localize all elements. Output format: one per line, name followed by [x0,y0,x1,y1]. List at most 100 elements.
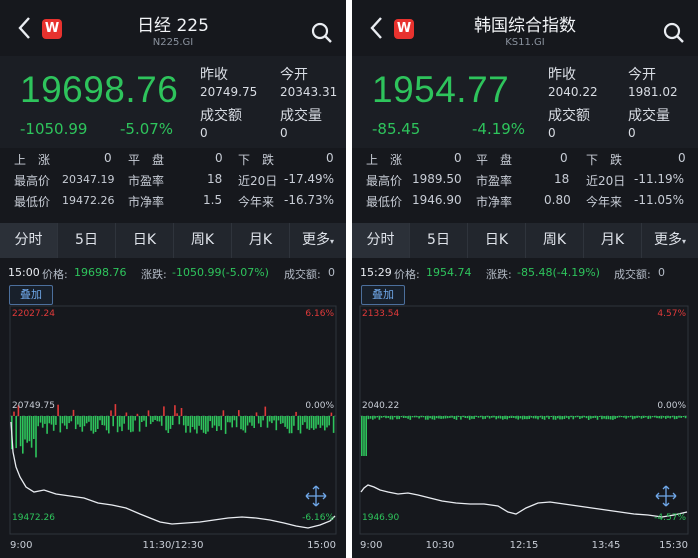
volume-bar-down [112,416,114,427]
volume-bar-down [315,416,317,429]
stat-low-label: 最低价 [14,195,51,209]
volume-bar-down [216,416,218,431]
volume-bar-down [301,416,304,425]
turnover-label: 成交额 [548,108,590,124]
volume-bar-down [524,416,526,420]
volume-bar-down [332,416,335,433]
stats-grid: 上 涨 0 平 盘 0 下 跌 0 最高价 20347.19 市盈率 18 近2… [0,148,346,218]
volume-bar-down [288,416,291,434]
volume-bar-down [409,416,412,420]
period-tabs: 分时 5日 日K 周K 月K 更多▾ [352,223,698,260]
volume-bar-down [550,416,552,417]
open-label: 今开 [628,67,656,83]
volume-bar-down [473,416,475,419]
volume-bar-down [486,416,489,418]
volume-bar-down [667,416,669,418]
volume-bar-down [625,416,627,419]
chart-frame [359,305,689,535]
volume-bar-down [328,416,330,426]
volume-bar-down [418,416,420,419]
volume-bar-down [491,416,493,418]
open-value: 1981.02 [628,85,678,99]
volume-bar-down [196,416,198,434]
index-code: KS11.GI [505,37,545,48]
tab-weekly-k[interactable]: 周K [526,223,584,258]
volume-bar-down [105,416,108,431]
volume-bar-down [317,416,319,425]
index-code: N225.GI [152,37,194,48]
volume-bar-down [654,416,656,418]
volume-bar-down [242,416,244,431]
y-axis-top-pct: 4.57% [657,309,686,319]
tab-more-label: 更多 [301,232,330,248]
turnover-label: 成交额 [200,108,242,124]
search-icon[interactable] [662,21,686,45]
volume-bar-down [378,416,381,420]
tab-more[interactable]: 更多▾ [290,223,346,258]
volume-bar-down [213,416,216,426]
volume-bar-down [684,416,687,419]
tab-intraday[interactable]: 分时 [352,223,410,258]
volume-bar-down [108,416,110,434]
volume-bar-down [15,416,17,449]
stock-panel-nikkei: W 日经 225 N225.GI 19698.76 -1050.99 -5.07… [0,0,346,558]
volume-bar-down [63,416,66,426]
fullscreen-expand-icon[interactable] [655,485,677,507]
volume-bar-down [407,416,409,419]
stat-low-value: 19472.26 [62,194,115,207]
tab-more[interactable]: 更多▾ [642,223,698,258]
stat-high-label: 最高价 [366,174,403,188]
volume-bar-down [282,416,284,424]
open-label: 今开 [280,67,308,83]
volume-bar-down [79,416,81,427]
volume-bar-down [246,416,249,426]
volume-bar-down [321,416,324,426]
volume-bar-down [85,416,88,424]
volume-bar-down [451,416,453,418]
stat-up-label: 上 涨 [14,153,51,167]
volume-bar-down [438,416,440,419]
search-icon[interactable] [310,21,334,45]
volume-bar-down [205,416,207,434]
volume-bar-down [502,416,504,420]
volume-bar-down [636,416,638,418]
price-line [360,484,688,518]
y-axis-mid-pct: 0.00% [305,401,334,411]
y-axis-top-label: 22027.24 [12,309,55,319]
tab-daily-k[interactable]: 日K [116,223,174,258]
intraday-chart[interactable]: 叠加 2133.54 4.57% 2040.22 0.00% 1946.90 -… [352,282,698,558]
info-turnover-value: 0 [328,266,335,279]
tab-5day[interactable]: 5日 [58,223,116,258]
tab-weekly-k[interactable]: 周K [174,223,232,258]
info-change-value: -1050.99(-5.07%) [172,266,269,279]
stat-flat-value: 0 [215,151,223,165]
back-arrow-icon[interactable] [14,14,36,42]
tab-5day[interactable]: 5日 [410,223,468,258]
volume-bar-up [72,409,75,416]
stat-pb-value: 0.80 [544,193,571,207]
tab-intraday[interactable]: 分时 [0,223,58,258]
volume-bar-down [167,416,170,433]
x-axis-label-4: 13:45 [592,540,621,551]
back-arrow-icon[interactable] [366,14,388,42]
volume-bar-down [46,416,48,434]
volume-bar-down [504,416,506,419]
fullscreen-expand-icon[interactable] [305,485,327,507]
volume-bar-down [605,416,608,420]
crosshair-info-bar: 15:00 价格: 19698.76 涨跌: -1050.99(-5.07%) … [0,262,346,282]
volume-bar-down [193,416,196,430]
tab-daily-k[interactable]: 日K [468,223,526,258]
volume-bar-up [110,410,112,416]
volume-bar-down [579,416,581,419]
volume-bar-down [363,416,365,456]
info-time: 15:00 [8,266,40,279]
volume-bar-down [497,416,500,419]
stat-down-label: 下 跌 [586,153,623,167]
volume-bar-down [471,416,473,419]
intraday-chart[interactable]: 叠加 22027.24 6.16% 20749.75 0.00% 19472.2… [0,282,346,558]
volume-bar-down [143,416,145,421]
tab-monthly-k[interactable]: 月K [232,223,290,258]
tab-monthly-k[interactable]: 月K [584,223,642,258]
volume-bar-up [114,404,117,416]
volume-bar-down [442,416,445,419]
